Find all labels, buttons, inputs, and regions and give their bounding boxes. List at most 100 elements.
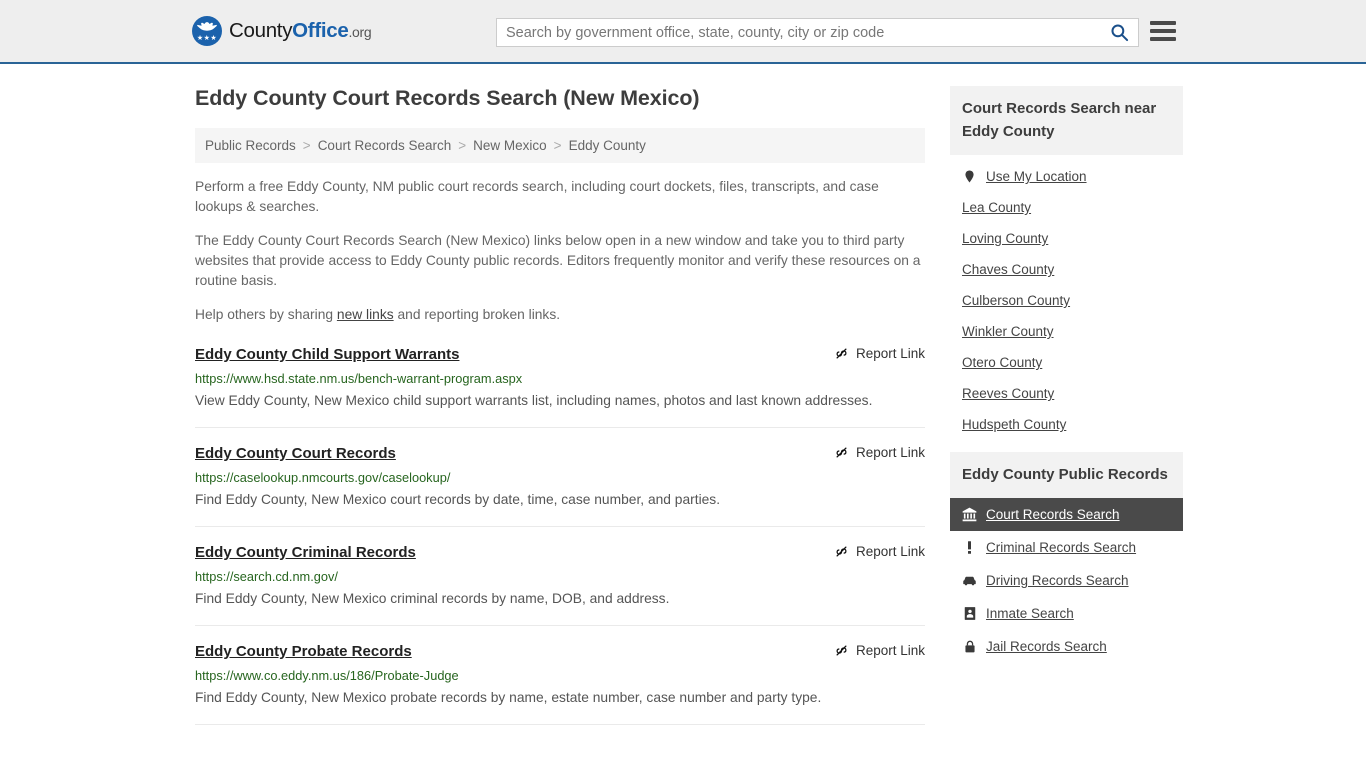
sidebar-item-use-my-location[interactable]: Use My Location [950,161,1183,192]
site-header: ★★★ CountyOffice.org [0,0,1366,64]
result-description: View Eddy County, New Mexico child suppo… [195,393,873,408]
result-header: Eddy County Criminal Records Report Link [195,543,925,563]
breadcrumb-separator: > [302,138,311,153]
site-logo[interactable]: ★★★ CountyOffice.org [192,16,372,46]
lock-icon [962,639,977,654]
sidebar-item-reeves-county[interactable]: Reeves County [950,378,1183,409]
result-header: Eddy County Child Support Warrants Repor… [195,345,925,365]
sidebar-item-court-records-search[interactable]: Court Records Search [950,498,1183,531]
sidebar-item-label: Otero County [962,355,1043,370]
sidebar-item-label: Inmate Search [986,606,1074,621]
search-button[interactable] [1100,19,1138,46]
breadcrumb-item-court-records-search[interactable]: Court Records Search [318,138,452,153]
sidebar-item-lea-county[interactable]: Lea County [950,192,1183,223]
result-item: Eddy County Court Records Report Link ht… [195,444,925,527]
result-url: https://search.cd.nm.gov/ [195,569,338,584]
menu-bar-3 [1150,37,1176,41]
broken-link-icon [836,546,847,557]
broken-link-icon [836,348,847,359]
sidebar-item-label: Court Records Search [986,507,1120,522]
intro-paragraph-3: Help others by sharing new links and rep… [195,305,925,325]
breadcrumb-separator: > [553,138,562,153]
result-header: Eddy County Probate Records Report Link [195,642,925,662]
sidebar-item-label: Jail Records Search [986,639,1107,654]
result-url: https://caselookup.nmcourts.gov/caselook… [195,470,451,485]
sidebar-item-label: Lea County [962,200,1032,215]
sidebar-item-winkler-county[interactable]: Winkler County [950,316,1183,347]
breadcrumb-item-new-mexico[interactable]: New Mexico [473,138,547,153]
sidebar-item-driving-records-search[interactable]: Driving Records Search [950,564,1183,597]
result-item: Eddy County Child Support Warrants Repor… [195,345,925,428]
sidebar-item-label: Hudspeth County [962,417,1067,432]
report-link-label: Report Link [855,643,925,658]
sidebar-item-culberson-county[interactable]: Culberson County [950,285,1183,316]
exclamation-icon [962,540,977,555]
result-title-link[interactable]: Eddy County Criminal Records [195,543,416,563]
report-link-button[interactable]: Report Link [834,345,925,361]
logo-stars: ★★★ [196,35,218,42]
sidebar-item-jail-records-search[interactable]: Jail Records Search [950,630,1183,663]
report-link-button[interactable]: Report Link [834,543,925,559]
share-text-after: and reporting broken links. [393,307,561,322]
logo-wordmark: CountyOffice.org [229,19,372,43]
search-bar [496,18,1139,47]
sidebar-item-criminal-records-search[interactable]: Criminal Records Search [950,531,1183,564]
intro-paragraph-1: Perform a free Eddy County, NM public co… [195,179,879,214]
sidebar-item-label: Winkler County [962,324,1054,339]
sidebar-item-hudspeth-county[interactable]: Hudspeth County [950,409,1183,440]
result-title-link[interactable]: Eddy County Court Records [195,444,396,464]
report-link-button[interactable]: Report Link [834,642,925,658]
sidebar-item-label: Use My Location [986,169,1087,184]
sidebar-item-label: Loving County [962,231,1049,246]
nearby-counties-heading: Court Records Search near Eddy County [950,86,1183,155]
page-body: Eddy County Court Records Search (New Me… [0,64,1366,741]
result-description: Find Eddy County, New Mexico probate rec… [195,690,822,705]
hamburger-menu-icon[interactable] [1150,19,1176,43]
intro-paragraph-2: The Eddy County Court Records Search (Ne… [195,233,921,288]
sidebar-item-inmate-search[interactable]: Inmate Search [950,597,1183,630]
result-description: Find Eddy County, New Mexico court recor… [195,492,721,507]
share-text-before: Help others by sharing [195,307,337,322]
id-card-icon [962,606,977,621]
breadcrumb-item-public-records[interactable]: Public Records [205,138,296,153]
broken-link-icon [836,447,847,458]
report-link-label: Report Link [855,445,925,460]
menu-bar-2 [1150,29,1176,33]
sidebar-item-label: Reeves County [962,386,1055,401]
bank-icon [962,507,977,522]
sidebar-item-label: Culberson County [962,293,1071,308]
result-title-link[interactable]: Eddy County Child Support Warrants [195,345,459,365]
report-link-label: Report Link [855,346,925,361]
result-url: https://www.hsd.state.nm.us/bench-warran… [195,371,523,386]
public-records-heading: Eddy County Public Records [950,452,1183,498]
breadcrumb-item-eddy-county[interactable]: Eddy County [569,138,646,153]
eagle-shield-icon: ★★★ [192,16,222,46]
sidebar: Court Records Search near Eddy County Us… [950,86,1183,741]
main-content: Eddy County Court Records Search (New Me… [195,86,925,741]
sidebar-item-label: Chaves County [962,262,1055,277]
page-title: Eddy County Court Records Search (New Me… [195,86,700,110]
nearby-counties-list: Use My Location Lea County Loving County… [950,155,1183,440]
new-links-link[interactable]: new links [337,307,394,322]
sidebar-item-label: Driving Records Search [986,573,1129,588]
map-pin-icon [962,169,977,184]
nearby-counties-box: Court Records Search near Eddy County Us… [950,86,1183,440]
sidebar-item-otero-county[interactable]: Otero County [950,347,1183,378]
broken-link-icon [836,645,847,656]
sidebar-item-label: Criminal Records Search [986,540,1137,555]
logo-text-office: Office [292,19,349,42]
logo-text-county: County [229,19,293,42]
breadcrumb: Public Records > Court Records Search > … [195,128,925,163]
sidebar-item-loving-county[interactable]: Loving County [950,223,1183,254]
car-icon [962,573,977,588]
search-input[interactable] [497,19,1100,46]
result-description: Find Eddy County, New Mexico criminal re… [195,591,670,606]
result-header: Eddy County Court Records Report Link [195,444,925,464]
result-title-link[interactable]: Eddy County Probate Records [195,642,412,662]
report-link-button[interactable]: Report Link [834,444,925,460]
logo-text-org: .org [348,24,372,40]
sidebar-item-chaves-county[interactable]: Chaves County [950,254,1183,285]
result-item: Eddy County Probate Records Report Link … [195,642,925,725]
public-records-box: Eddy County Public Records Court Records… [950,452,1183,663]
menu-bar-1 [1150,21,1176,25]
